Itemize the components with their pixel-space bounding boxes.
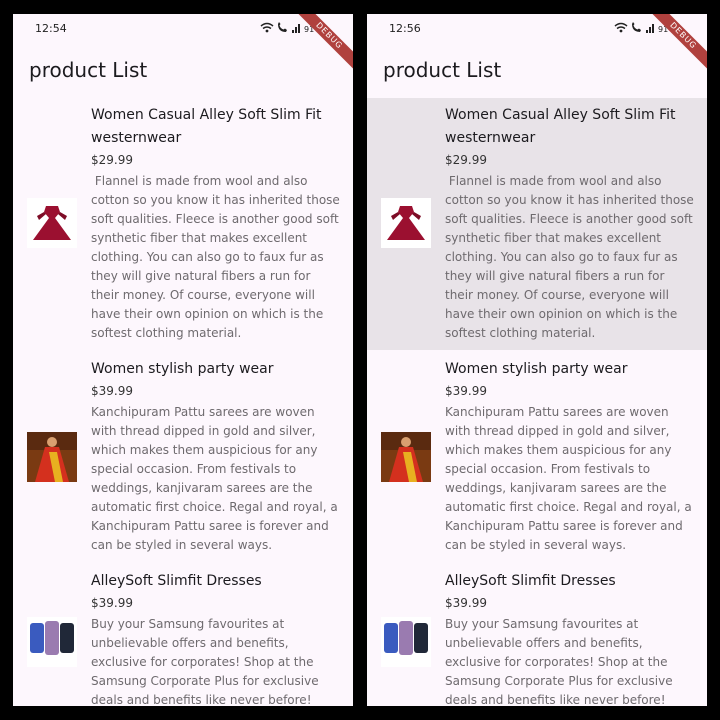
product-list-item[interactable]: AlleySoft Slimfit Dresses $39.99 Buy you… xyxy=(13,564,353,706)
product-description: Flannel is made from wool and also cotto… xyxy=(91,174,344,340)
wifi-icon xyxy=(614,22,628,33)
phone-image xyxy=(381,617,431,667)
status-time: 12:56 xyxy=(389,22,421,35)
product-price: $39.99 xyxy=(91,596,133,610)
saree-image xyxy=(27,432,77,482)
call-icon xyxy=(632,22,641,32)
red-dress-image xyxy=(27,198,77,248)
product-description: Kanchipuram Pattu sarees are woven with … xyxy=(445,405,696,552)
debug-banner: DEBUG xyxy=(293,14,353,74)
call-icon xyxy=(278,22,287,32)
product-description: Buy your Samsung favourites at unbelieva… xyxy=(445,617,677,706)
product-title: Women stylish party wear xyxy=(445,361,628,377)
status-time: 12:54 xyxy=(35,22,67,35)
status-bar: 12:54 91 DEBUG xyxy=(13,14,353,74)
product-title: AlleySoft Slimfit Dresses xyxy=(445,573,616,589)
saree-image xyxy=(381,432,431,482)
product-price: $39.99 xyxy=(91,384,133,398)
phone-image xyxy=(27,617,77,667)
product-list-item[interactable]: Women stylish party wear $39.99 Kanchipu… xyxy=(13,352,353,562)
wifi-icon xyxy=(260,22,274,33)
red-dress-image xyxy=(381,198,431,248)
status-bar: 12:56 91 DEBUG xyxy=(367,14,707,74)
product-title: Women stylish party wear xyxy=(91,361,274,377)
product-price: $29.99 xyxy=(445,153,487,167)
product-list-item-pressed[interactable]: Women Casual Alley Soft Slim Fit western… xyxy=(367,98,707,350)
product-title: Women Casual Alley Soft Slim Fit western… xyxy=(445,107,676,146)
product-title: AlleySoft Slimfit Dresses xyxy=(91,573,262,589)
product-title: Women Casual Alley Soft Slim Fit western… xyxy=(91,107,322,146)
debug-banner-label: DEBUG xyxy=(647,14,707,74)
product-description: Buy your Samsung favourites at unbelieva… xyxy=(91,617,323,706)
product-price: $29.99 xyxy=(91,153,133,167)
product-description: Kanchipuram Pattu sarees are woven with … xyxy=(91,405,342,552)
product-list-item[interactable]: AlleySoft Slimfit Dresses $39.99 Buy you… xyxy=(367,564,707,706)
phone-screen-left: 12:54 91 DEBUG product List Women Casual… xyxy=(13,14,353,706)
debug-banner-label: DEBUG xyxy=(293,14,353,74)
product-price: $39.99 xyxy=(445,596,487,610)
product-list-item[interactable]: Women Casual Alley Soft Slim Fit western… xyxy=(13,98,353,350)
product-price: $39.99 xyxy=(445,384,487,398)
product-description: Flannel is made from wool and also cotto… xyxy=(445,174,698,340)
phone-screen-right: 12:56 91 DEBUG product List Women Casual… xyxy=(367,14,707,706)
product-list-item[interactable]: Women stylish party wear $39.99 Kanchipu… xyxy=(367,352,707,562)
debug-banner: DEBUG xyxy=(647,14,707,74)
app-bar-title: product List xyxy=(383,58,502,82)
app-bar-title: product List xyxy=(29,58,148,82)
